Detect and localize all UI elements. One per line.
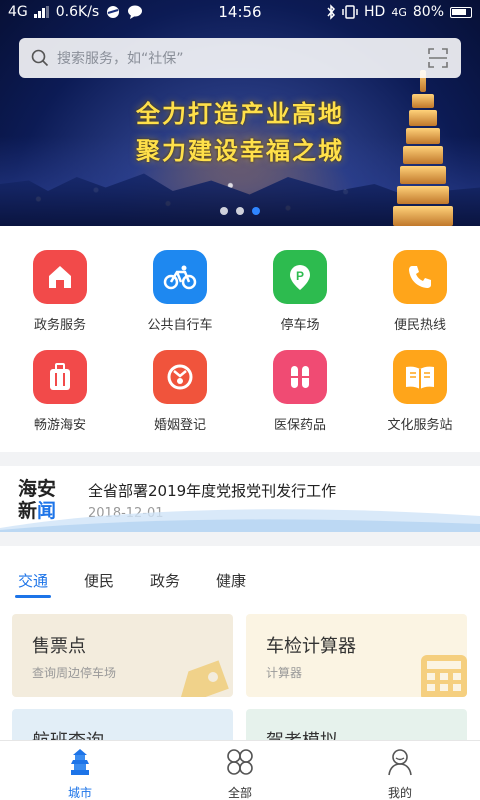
card-ticket-point[interactable]: 售票点 查询周边停车场 — [12, 614, 233, 697]
service-label: 公共自行车 — [147, 318, 213, 333]
news-ticker[interactable]: 海安 新闻 全省部署2019年度党报党刊发行工作 2018-12-01 — [0, 466, 480, 532]
parking-icon: P — [273, 250, 327, 304]
user-icon — [388, 749, 412, 776]
bottom-navigation: 城市 全部 我的 — [0, 740, 480, 800]
category-tabs: 交通 便民 政务 健康 — [0, 546, 480, 606]
banner[interactable]: 全力打造产业高地 聚力建设幸福之城 — [0, 0, 480, 226]
phone-icon — [393, 250, 447, 304]
grid-icon — [227, 749, 253, 775]
service-parking[interactable]: P 停车场 — [240, 250, 360, 333]
pill-icon — [273, 350, 327, 404]
tab-convenience[interactable]: 便民 — [84, 570, 114, 606]
card-subtitle: 查询周边停车场 — [32, 666, 117, 680]
card-title: 车检计算器 — [266, 636, 356, 657]
nav-city[interactable]: 城市 — [0, 741, 160, 800]
search-input[interactable]: 搜索服务，如“社保” — [57, 48, 184, 68]
card-subtitle: 计算器 — [266, 666, 303, 680]
scan-icon[interactable] — [427, 47, 449, 69]
card-title: 驾考模拟 — [266, 727, 338, 740]
carousel-dot — [220, 207, 228, 215]
book-icon — [393, 350, 447, 404]
service-label: 便民热线 — [393, 318, 446, 333]
service-label: 停车场 — [280, 318, 320, 333]
nav-all[interactable]: 全部 — [160, 741, 320, 800]
card-title: 航班查询 — [32, 727, 104, 740]
carousel-dot-active — [252, 207, 260, 215]
service-marriage[interactable]: 婚姻登记 — [120, 350, 240, 433]
service-label: 医保药品 — [273, 418, 326, 433]
card-flight[interactable]: 航班查询 — [12, 709, 233, 740]
service-culture[interactable]: 文化服务站 — [360, 350, 480, 433]
service-bike[interactable]: 公共自行车 — [120, 250, 240, 333]
news-wave-decoration — [0, 509, 480, 532]
service-label: 文化服务站 — [387, 418, 453, 433]
service-hotline[interactable]: 便民热线 — [360, 250, 480, 333]
card-vehicle-calc[interactable]: 车检计算器 计算器 — [246, 614, 467, 697]
nav-label: 全部 — [227, 786, 252, 800]
city-icon — [71, 749, 89, 775]
services-grid: 政务服务 公共自行车 P 停车场 便民热线 畅游海安 婚姻登记 医保药品 文化服… — [0, 226, 480, 452]
service-gov[interactable]: 政务服务 — [0, 250, 120, 333]
carousel-dot — [236, 207, 244, 215]
service-medical[interactable]: 医保药品 — [240, 350, 360, 433]
home-icon — [33, 250, 87, 304]
news-logo-line1: 海安 — [18, 478, 57, 500]
search-bar[interactable]: 搜索服务，如“社保” — [19, 38, 461, 78]
status-bar: 4G 0.6K/s 14:56 HD 4G 80% — [0, 0, 480, 24]
marriage-icon — [153, 350, 207, 404]
tab-government[interactable]: 政务 — [150, 570, 180, 606]
service-travel[interactable]: 畅游海安 — [0, 350, 120, 433]
nav-label: 城市 — [67, 786, 92, 800]
service-label: 政务服务 — [33, 318, 86, 333]
nav-mine[interactable]: 我的 — [320, 741, 480, 800]
bicycle-icon — [153, 250, 207, 304]
carousel-indicator — [0, 207, 480, 215]
card-title: 售票点 — [32, 636, 86, 657]
card-driving-test[interactable]: 驾考模拟 — [246, 709, 467, 740]
battery-icon — [450, 6, 472, 18]
nav-label: 我的 — [387, 786, 412, 800]
tag-icon — [178, 660, 229, 697]
category-section: 交通 便民 政务 健康 售票点 查询周边停车场 车检计算器 计算器 航班查询 驾… — [0, 546, 480, 740]
banner-slogan-line1: 全力打造产业高地 — [136, 100, 344, 128]
clock: 14:56 — [218, 3, 262, 21]
tab-health[interactable]: 健康 — [216, 570, 246, 606]
svg-text:P: P — [296, 269, 304, 283]
banner-slogan-line2: 聚力建设幸福之城 — [136, 137, 344, 165]
search-icon — [31, 49, 49, 67]
tab-traffic[interactable]: 交通 — [14, 570, 52, 606]
luggage-icon — [33, 350, 87, 404]
service-label: 婚姻登记 — [153, 418, 206, 433]
calculator-icon — [421, 655, 467, 697]
service-label: 畅游海安 — [33, 418, 86, 433]
